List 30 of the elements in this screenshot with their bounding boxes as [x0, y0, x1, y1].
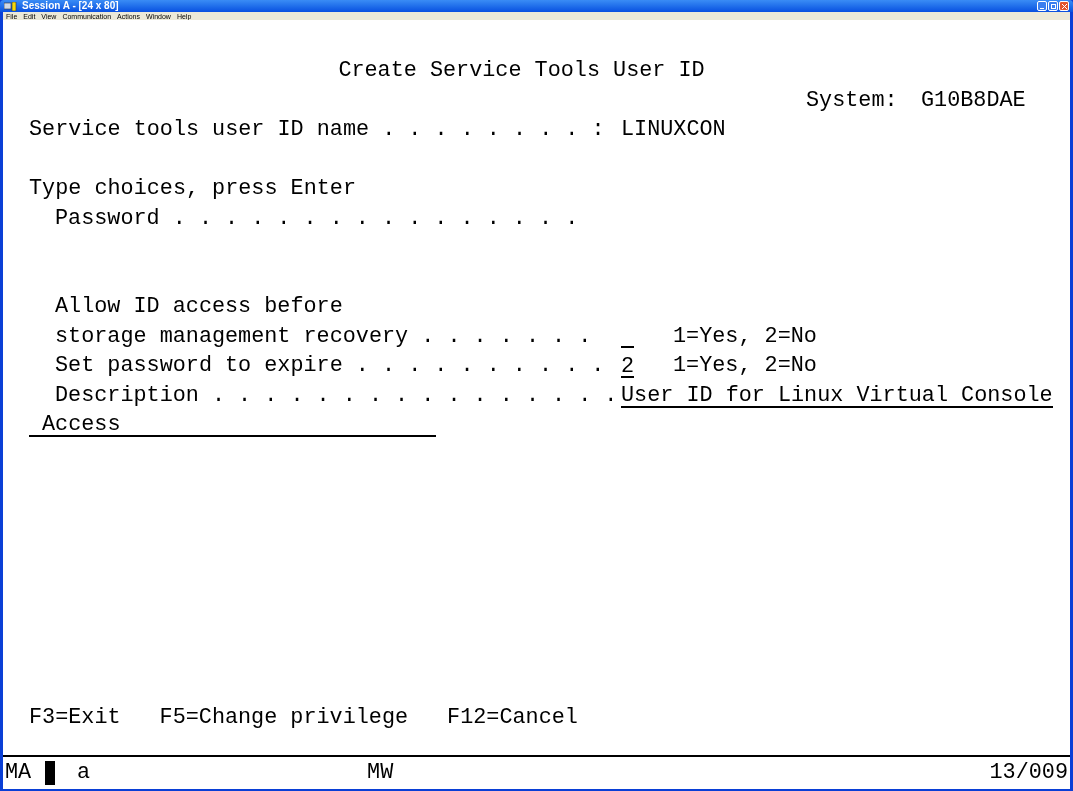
function-key[interactable]: F12=Cancel	[447, 701, 578, 735]
choice-hint: 1=Yes, 2=No	[673, 352, 817, 381]
close-button[interactable]	[1059, 1, 1069, 11]
input-field[interactable]: Access	[29, 414, 436, 438]
status-input-text: a	[77, 758, 91, 787]
field-label: Set password to expire . . . . . . . . . .	[55, 352, 606, 381]
window-title: Session A - [24 x 80]	[22, 1, 119, 11]
system-name: G10B8DAE	[921, 86, 1026, 115]
field-label: Allow ID access before	[55, 293, 344, 322]
terminal-app-icon	[4, 1, 18, 11]
field-label: Description . . . . . . . . . . . . . . . .	[55, 381, 619, 410]
close-icon	[1061, 3, 1067, 9]
input-field[interactable]: User ID for Linux Virtual Console	[621, 384, 1053, 408]
field-label: Service tools user ID name . . . . . . . . :	[29, 116, 606, 145]
system-label: System:	[806, 86, 899, 115]
minimize-button[interactable]	[1037, 1, 1047, 11]
input-field[interactable]: 2	[621, 355, 634, 378]
instruction-text: Type choices, press Enter	[29, 175, 356, 204]
choice-hint: 1=Yes, 2=No	[673, 322, 817, 351]
function-key[interactable]: F3=Exit	[29, 701, 121, 735]
maximize-button[interactable]	[1048, 1, 1058, 11]
status-indicator: MW	[367, 758, 394, 787]
field-label: storage management recovery . . . . . . .	[55, 322, 593, 351]
field-label: Password . . . . . . . . . . . . . . . .	[55, 204, 579, 233]
user-id-value: LINUXCON	[621, 116, 726, 145]
cursor-position: 13/009	[989, 758, 1068, 787]
screen-title: Create Service Tools User ID	[338, 57, 705, 86]
cursor-block	[45, 761, 55, 785]
status-mode: MA	[5, 758, 33, 787]
function-key[interactable]: F5=Change privilege	[159, 701, 409, 735]
